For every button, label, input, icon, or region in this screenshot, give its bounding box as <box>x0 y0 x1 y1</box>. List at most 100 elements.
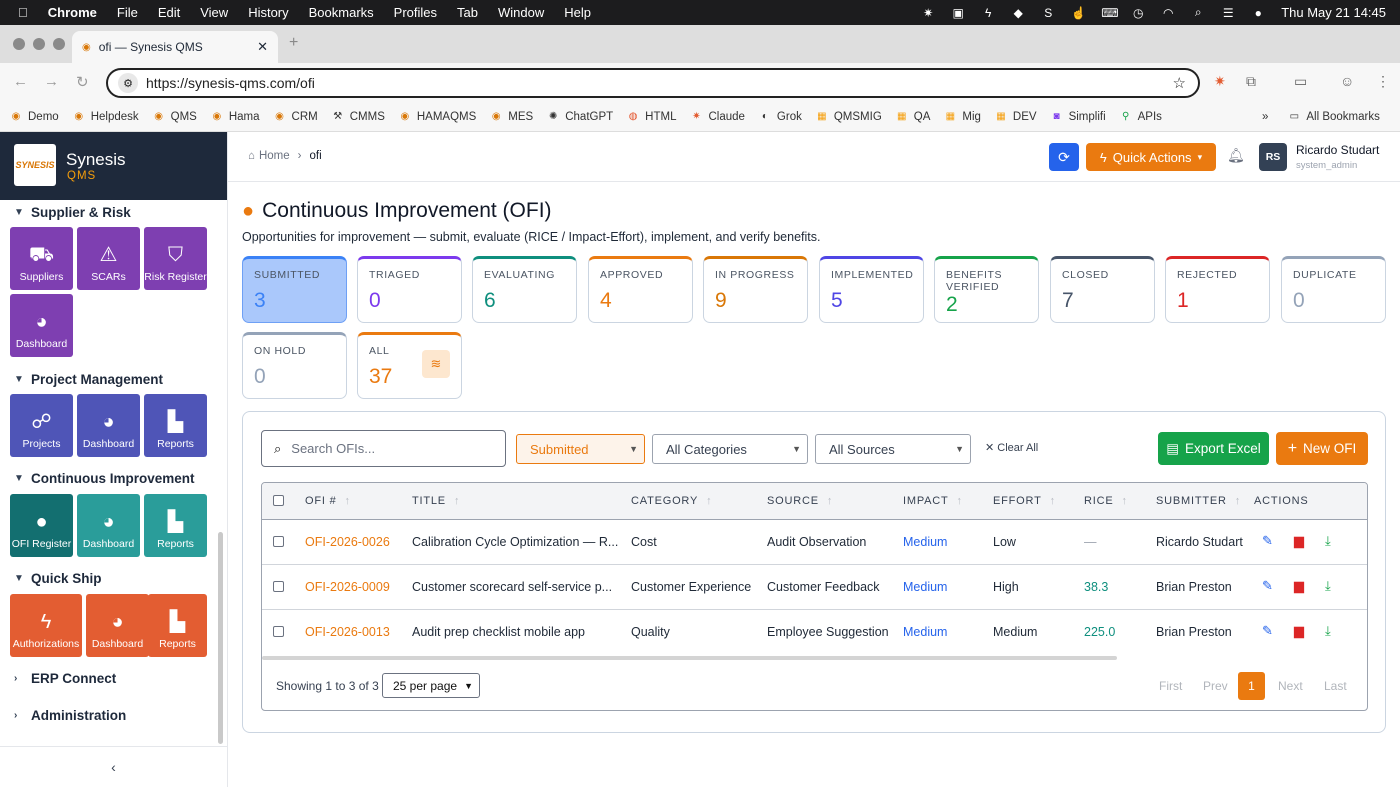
section-quick-ship[interactable]: ▼ Quick Ship <box>14 571 102 586</box>
tile-projects[interactable]: ☍ Projects <box>10 394 73 457</box>
select-all-checkbox[interactable] <box>273 495 284 506</box>
table-horizontal-scrollbar[interactable] <box>262 656 1117 660</box>
per-page-select[interactable]: 25 per page ▼ <box>382 673 480 698</box>
tab-close-icon[interactable]: ✕ <box>257 39 268 55</box>
bookmark-grok[interactable]: ◐ Grok <box>759 111 802 123</box>
category-filter-select[interactable]: All Categories ▼ <box>652 434 808 464</box>
tile-project-reports[interactable]: ▙ Reports <box>144 394 207 457</box>
window-close-button[interactable] <box>13 38 25 50</box>
address-bar[interactable]: ⚙ https://synesis-qms.com/ofi ☆ <box>106 68 1200 98</box>
edit-icon[interactable]: ✎ <box>1262 578 1273 594</box>
table-row[interactable]: OFI-2026-0009 Customer scorecard self-se… <box>262 565 1367 610</box>
extensions-puzzle-icon[interactable]: ⧉ <box>1246 73 1256 90</box>
refresh-button[interactable]: ⟳ <box>1049 143 1079 171</box>
sidebar-collapse-button[interactable]: ‹ <box>0 746 227 787</box>
spotlight-search-icon[interactable]: ⌕ <box>1191 5 1205 20</box>
bookmark-mes[interactable]: ◉ MES <box>490 111 533 123</box>
control-center-icon[interactable]: ☰ <box>1221 6 1235 20</box>
col-submitter[interactable]: SUBMITTER ↑ <box>1156 495 1241 507</box>
tile-suppliers[interactable]: ⛟ Suppliers <box>10 227 73 290</box>
user-name[interactable]: Ricardo Studart <box>1296 143 1379 157</box>
download-icon[interactable]: ⤓ <box>1325 533 1331 549</box>
pager-first[interactable]: First <box>1159 679 1182 693</box>
download-icon[interactable]: ⤓ <box>1325 578 1331 594</box>
status-card-duplicate[interactable]: DUPLICATE 0 <box>1281 256 1386 323</box>
status-card-submitted[interactable]: SUBMITTED 3 <box>242 256 347 323</box>
sidebar-scrollbar[interactable] <box>218 532 223 744</box>
table-row[interactable]: OFI-2026-0026 Calibration Cycle Optimiza… <box>262 520 1367 565</box>
tile-ofi-register[interactable]: ● OFI Register <box>10 494 73 557</box>
pager-prev[interactable]: Prev <box>1203 679 1228 693</box>
menu-view[interactable]: View <box>200 5 228 20</box>
col-category[interactable]: CATEGORY ↑ <box>631 495 712 507</box>
menu-history[interactable]: History <box>248 5 288 20</box>
col-ofi-number[interactable]: OFI # ↑ <box>305 495 351 507</box>
menu-tab[interactable]: Tab <box>457 5 478 20</box>
status-card-closed[interactable]: CLOSED 7 <box>1050 256 1155 323</box>
status-card-approved[interactable]: APPROVED 4 <box>588 256 693 323</box>
menu-clock[interactable]: Thu May 21 14:45 <box>1281 5 1386 20</box>
browser-tab[interactable]: ◉ ofi — Synesis QMS ✕ <box>72 31 278 63</box>
tile-risk-register[interactable]: ⛉ Risk Register <box>144 227 207 290</box>
all-bookmarks[interactable]: ▭ All Bookmarks <box>1288 111 1380 123</box>
bookmark-simplifi[interactable]: ◙ Simplifi <box>1051 111 1106 123</box>
tile-ci-dashboard[interactable]: ◕ Dashboard <box>77 494 140 557</box>
home-icon[interactable]: ⌂ <box>248 150 255 162</box>
col-effort[interactable]: EFFORT ↑ <box>993 495 1056 507</box>
tile-quickship-dashboard[interactable]: ◕ Dashboard <box>86 594 149 657</box>
trash-icon[interactable]: ▆ <box>1294 623 1304 639</box>
status-card-in-progress[interactable]: IN PROGRESS 9 <box>703 256 808 323</box>
ofi-id-link[interactable]: OFI-2026-0026 <box>305 535 390 549</box>
new-ofi-button[interactable]: + New OFI <box>1276 432 1368 465</box>
status-card-benefits-verified[interactable]: BENEFITS VERIFIED 2 <box>934 256 1039 323</box>
bookmark-mig[interactable]: ▦ Mig <box>944 111 981 123</box>
bookmark-hama[interactable]: ◉ Hama <box>211 111 259 123</box>
chrome-menu-icon[interactable]: ⋮ <box>1376 73 1390 90</box>
hand-status-icon[interactable]: ☝ <box>1071 6 1086 20</box>
col-impact[interactable]: IMPACT ↑ <box>903 495 963 507</box>
tile-supplier-dashboard[interactable]: ◕ Dashboard <box>10 294 73 357</box>
pager-next[interactable]: Next <box>1278 679 1303 693</box>
bookmark-apis[interactable]: ⚲ APIs <box>1120 111 1162 123</box>
trash-icon[interactable]: ▆ <box>1294 578 1304 594</box>
window-zoom-button[interactable] <box>53 38 65 50</box>
status-card-implemented[interactable]: IMPLEMENTED 5 <box>819 256 924 323</box>
back-arrow-icon[interactable]: ← <box>13 73 28 90</box>
edit-icon[interactable]: ✎ <box>1262 623 1273 639</box>
app-status-icon[interactable]: ▣ <box>951 6 965 20</box>
col-source[interactable]: SOURCE ↑ <box>767 495 833 507</box>
quick-actions-button[interactable]: ϟ Quick Actions ▾ <box>1086 143 1216 171</box>
col-rice[interactable]: RICE ↑ <box>1084 495 1128 507</box>
menu-window[interactable]: Window <box>498 5 544 20</box>
menu-help[interactable]: Help <box>564 5 591 20</box>
breadcrumb-home[interactable]: Home <box>259 150 290 162</box>
search-input[interactable]: ⌕ Search OFIs... <box>261 430 506 467</box>
siri-icon[interactable]: ● <box>1251 6 1265 20</box>
col-title[interactable]: TITLE ↑ <box>412 495 460 507</box>
tile-ci-reports[interactable]: ▙ Reports <box>144 494 207 557</box>
section-supplier-risk[interactable]: ▼ Supplier & Risk <box>14 205 131 220</box>
sparkle-status-icon[interactable]: ✷ <box>921 6 935 20</box>
pager-last[interactable]: Last <box>1324 679 1347 693</box>
forward-arrow-icon[interactable]: → <box>44 73 59 90</box>
bookmark-cmms[interactable]: ⚒ CMMS <box>332 111 385 123</box>
new-tab-icon[interactable]: + <box>289 34 298 52</box>
pager-current-page[interactable]: 1 <box>1238 672 1265 700</box>
reading-mode-icon[interactable]: ▭ <box>1294 73 1307 90</box>
status-card-all[interactable]: ALL 37 ≋ <box>357 332 462 399</box>
section-project-management[interactable]: ▼ Project Management <box>14 372 163 387</box>
tile-project-dashboard[interactable]: ◕ Dashboard <box>77 394 140 457</box>
bookmark-hamaqms[interactable]: ◉ HAMAQMS <box>399 111 477 123</box>
row-checkbox[interactable] <box>273 581 284 592</box>
table-row[interactable]: OFI-2026-0013 Audit prep checklist mobil… <box>262 610 1367 655</box>
reload-icon[interactable]: ↻ <box>76 73 89 91</box>
bookmark-qa[interactable]: ▦ QA <box>896 111 930 123</box>
menu-chrome[interactable]: Chrome <box>48 5 97 20</box>
status-card-on-hold[interactable]: ON HOLD 0 <box>242 332 347 399</box>
tile-quickship-reports[interactable]: ▙ Reports <box>148 594 207 657</box>
notifications-bell-icon[interactable]: 🔔︎ <box>1227 147 1245 164</box>
section-erp-connect[interactable]: › ERP Connect <box>14 671 116 686</box>
bookmark-qms[interactable]: ◉ QMS <box>153 111 197 123</box>
bookmark-claude[interactable]: ✷ Claude <box>690 111 745 123</box>
download-icon[interactable]: ⤓ <box>1325 623 1331 639</box>
